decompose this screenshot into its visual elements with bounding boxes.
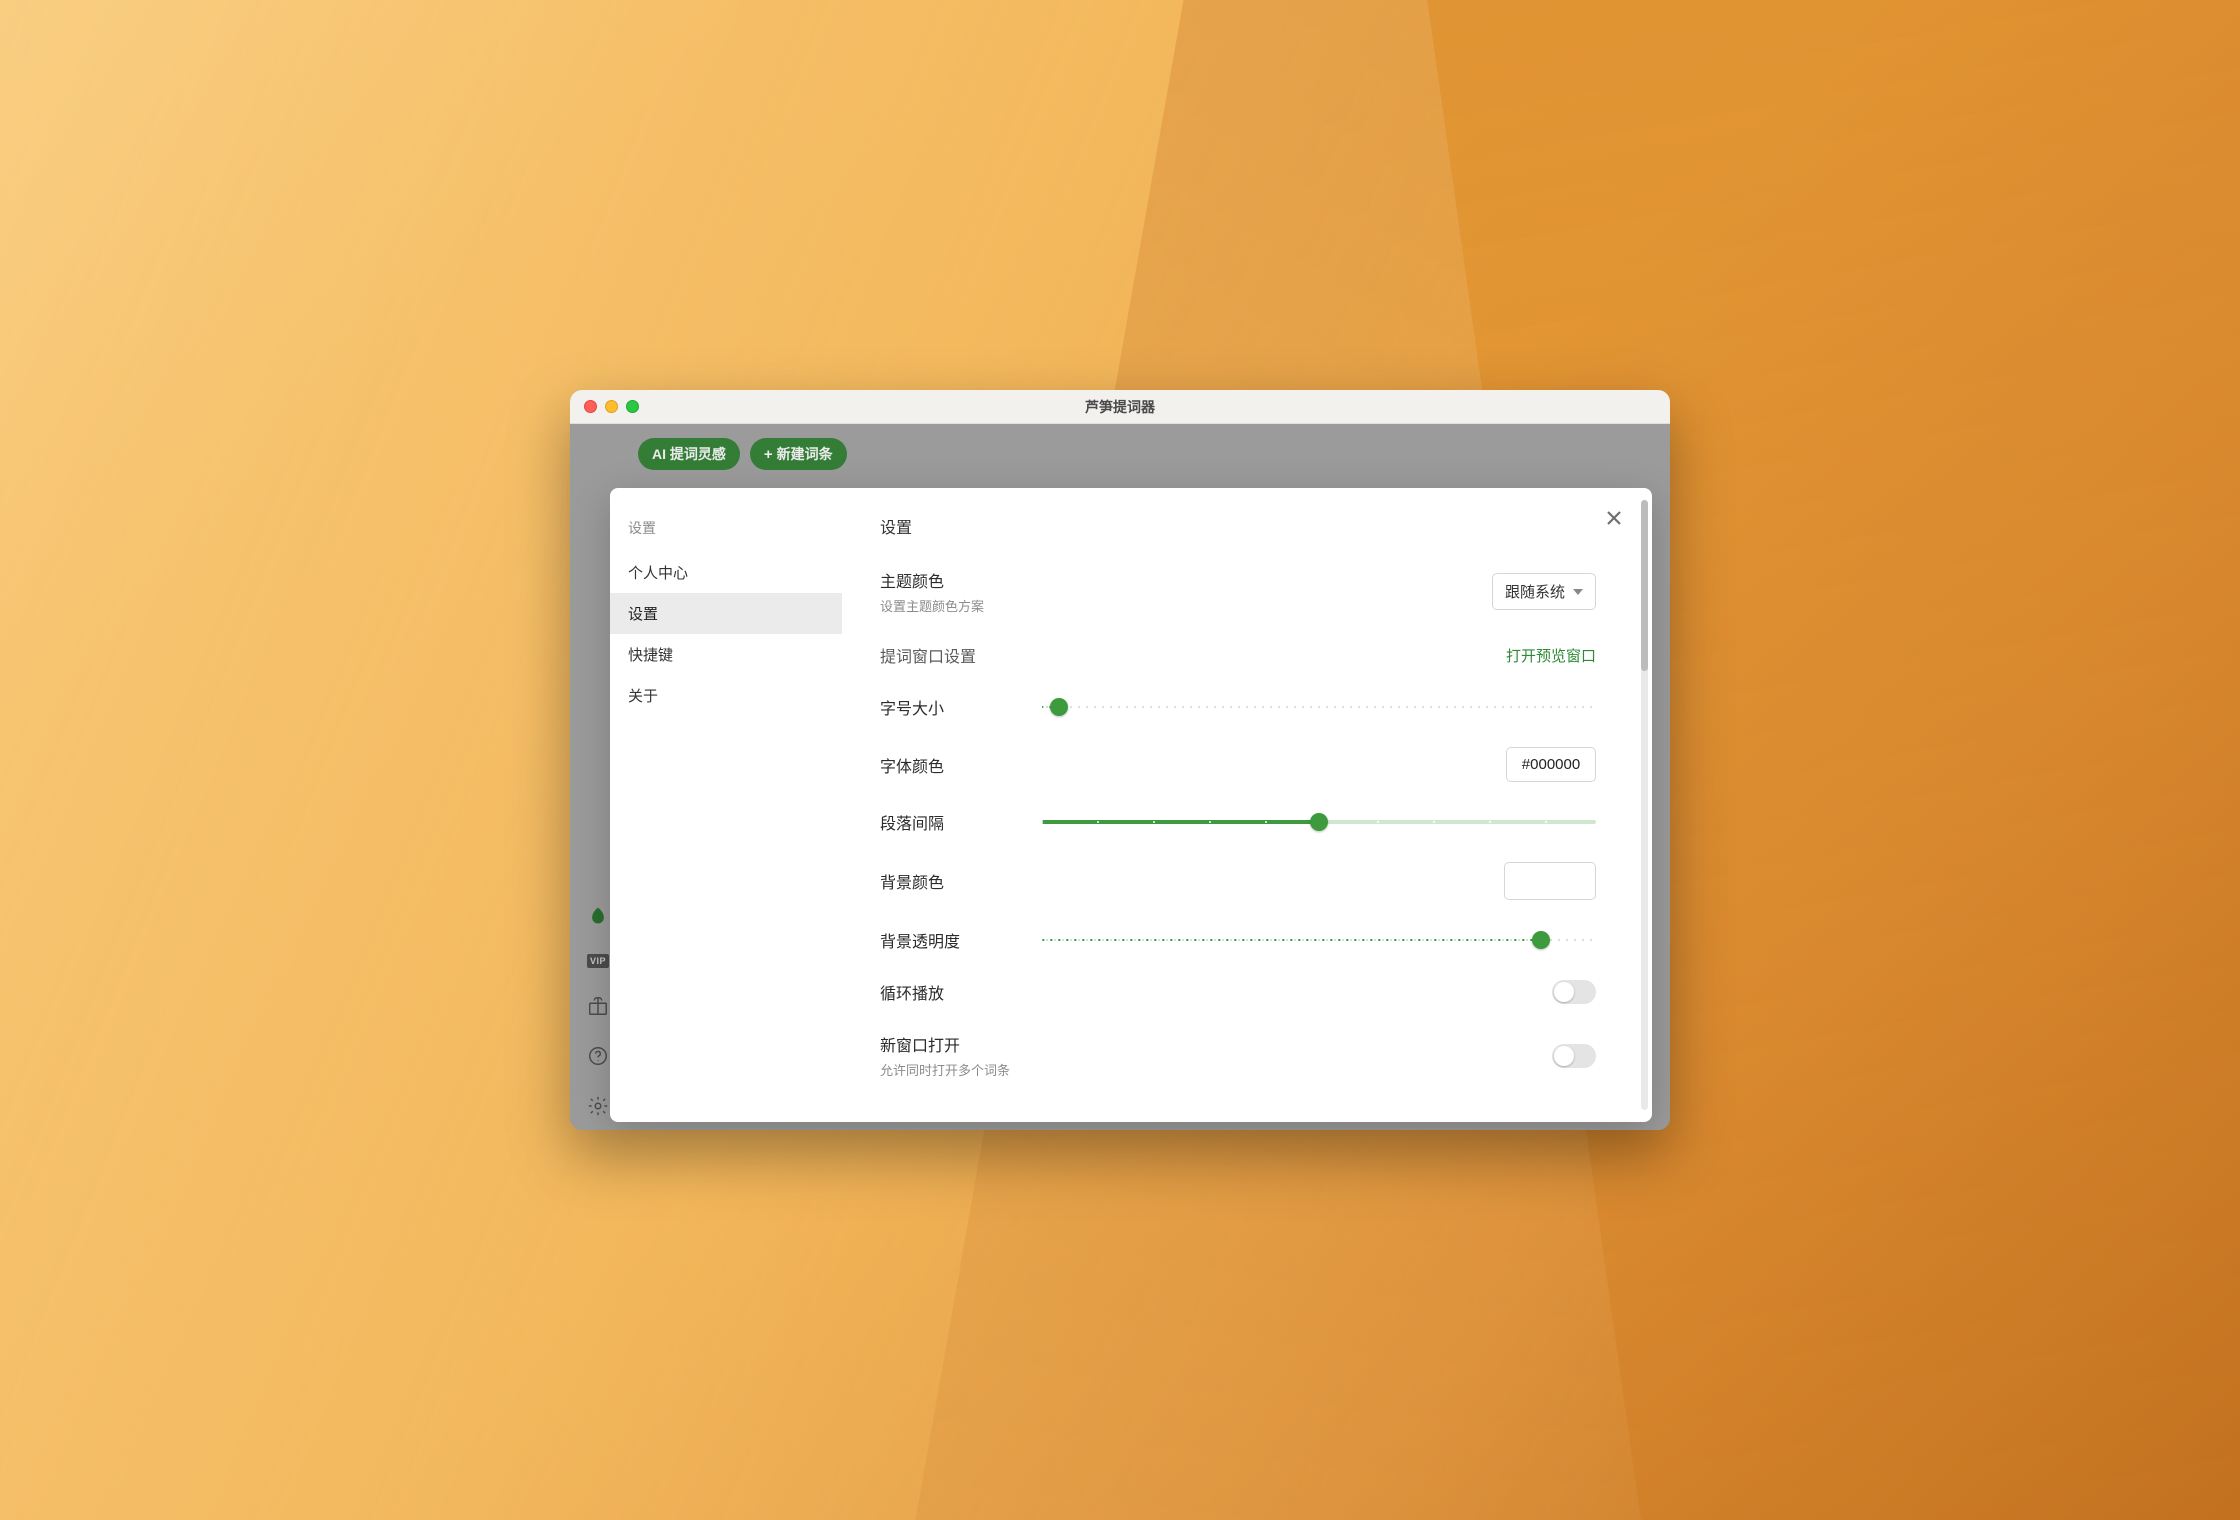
font-color-input[interactable]: #000000 bbox=[1506, 747, 1596, 782]
traffic-light-zoom[interactable] bbox=[626, 400, 639, 413]
new-window-toggle[interactable] bbox=[1552, 1044, 1596, 1068]
traffic-light-minimize[interactable] bbox=[605, 400, 618, 413]
vip-badge[interactable]: VIP bbox=[587, 954, 609, 968]
bg-color-input[interactable] bbox=[1504, 862, 1596, 900]
loop-toggle[interactable] bbox=[1552, 980, 1596, 1004]
preview-section-label: 提词窗口设置 bbox=[880, 643, 976, 667]
bg-opacity-row: 背景透明度 bbox=[880, 928, 1596, 952]
bg-opacity-fill bbox=[1042, 938, 1541, 942]
settings-sidebar: 设置 个人中心 设置 快捷键 关于 bbox=[610, 488, 842, 1122]
leaf-icon[interactable] bbox=[586, 904, 610, 928]
loop-label: 循环播放 bbox=[880, 980, 944, 1004]
font-color-row: 字体颜色 #000000 bbox=[880, 747, 1596, 782]
paragraph-gap-fill bbox=[1042, 820, 1319, 824]
sidebar-item-profile[interactable]: 个人中心 bbox=[610, 552, 842, 593]
bg-opacity-slider[interactable] bbox=[1042, 932, 1596, 948]
font-size-slider[interactable] bbox=[1042, 699, 1596, 715]
ai-prompt-pill-label: AI 提词灵感 bbox=[652, 444, 726, 464]
app-body: AI 提词灵感 + 新建词条 VIP bbox=[570, 424, 1670, 1130]
chevron-down-icon bbox=[1573, 589, 1583, 595]
traffic-light-close[interactable] bbox=[584, 400, 597, 413]
help-icon[interactable] bbox=[586, 1044, 610, 1068]
font-size-thumb bbox=[1050, 698, 1068, 716]
pill-row: AI 提词灵感 + 新建词条 bbox=[638, 438, 847, 470]
paragraph-gap-row: 段落间隔 bbox=[880, 810, 1596, 834]
gift-icon[interactable] bbox=[586, 994, 610, 1018]
plus-icon: + bbox=[764, 447, 773, 462]
preview-section-row: 提词窗口设置 打开预览窗口 bbox=[880, 643, 1596, 667]
paragraph-gap-label: 段落间隔 bbox=[880, 810, 1020, 834]
traffic-lights bbox=[584, 400, 639, 413]
paragraph-gap-thumb bbox=[1310, 813, 1328, 831]
window-title: 芦笋提词器 bbox=[570, 397, 1670, 417]
open-preview-link[interactable]: 打开预览窗口 bbox=[1506, 645, 1596, 666]
sidebar-item-settings[interactable]: 设置 bbox=[610, 593, 842, 634]
new-window-label: 新窗口打开 bbox=[880, 1032, 1010, 1056]
new-window-row: 新窗口打开 允许同时打开多个词条 bbox=[880, 1032, 1596, 1079]
settings-main-title: 设置 bbox=[880, 514, 1596, 538]
theme-row: 主题颜色 设置主题颜色方案 跟随系统 bbox=[880, 568, 1596, 615]
gear-icon[interactable] bbox=[586, 1094, 610, 1118]
new-entry-pill[interactable]: + 新建词条 bbox=[750, 438, 847, 470]
font-color-label: 字体颜色 bbox=[880, 753, 944, 777]
settings-main: 设置 主题颜色 设置主题颜色方案 跟随系统 提词窗口设置 打开预览窗口 bbox=[842, 488, 1652, 1122]
bg-color-row: 背景颜色 bbox=[880, 862, 1596, 900]
theme-label: 主题颜色 bbox=[880, 568, 984, 592]
titlebar: 芦笋提词器 bbox=[570, 390, 1670, 424]
sidebar-item-about[interactable]: 关于 bbox=[610, 675, 842, 716]
theme-dropdown-value: 跟随系统 bbox=[1505, 581, 1565, 602]
loop-row: 循环播放 bbox=[880, 980, 1596, 1004]
settings-modal: 设置 个人中心 设置 快捷键 关于 设置 主题颜色 设置主题颜色方案 跟随系统 bbox=[610, 488, 1652, 1122]
new-window-sublabel: 允许同时打开多个词条 bbox=[880, 1060, 1010, 1079]
new-entry-pill-label: 新建词条 bbox=[777, 444, 833, 464]
sidebar-item-shortcuts[interactable]: 快捷键 bbox=[610, 634, 842, 675]
paragraph-gap-slider[interactable] bbox=[1042, 814, 1596, 830]
ai-prompt-pill[interactable]: AI 提词灵感 bbox=[638, 438, 740, 470]
bg-opacity-thumb bbox=[1532, 931, 1550, 949]
theme-sublabel: 设置主题颜色方案 bbox=[880, 596, 984, 615]
font-size-label: 字号大小 bbox=[880, 695, 1020, 719]
bg-color-label: 背景颜色 bbox=[880, 869, 944, 893]
bg-opacity-label: 背景透明度 bbox=[880, 928, 1020, 952]
sidebar-title: 设置 bbox=[610, 512, 842, 552]
theme-dropdown[interactable]: 跟随系统 bbox=[1492, 573, 1596, 610]
font-size-row: 字号大小 bbox=[880, 695, 1596, 719]
app-window: 芦笋提词器 AI 提词灵感 + 新建词条 VIP bbox=[570, 390, 1670, 1130]
